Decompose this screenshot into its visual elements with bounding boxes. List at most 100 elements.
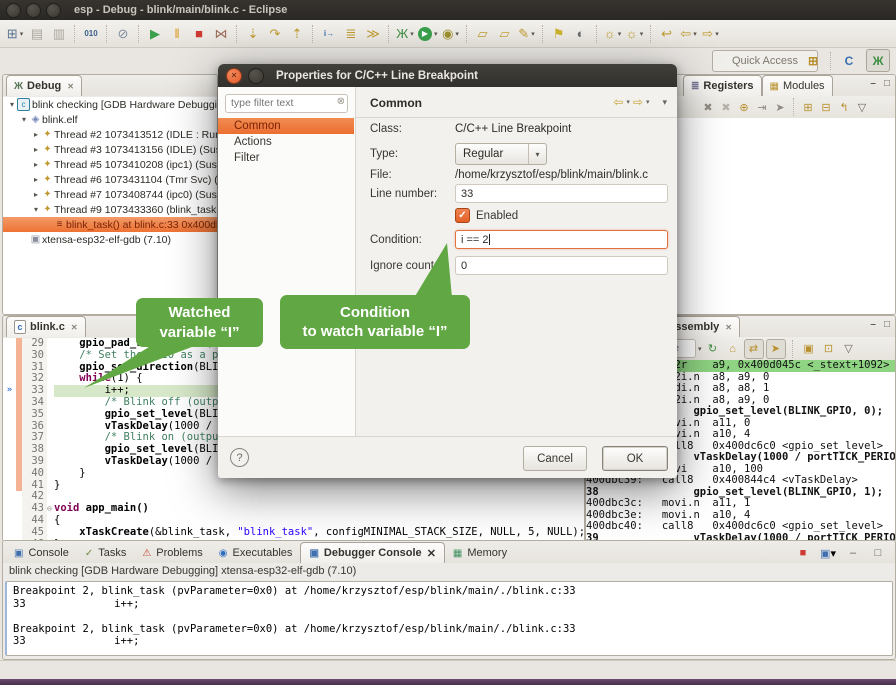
maximize-icon[interactable]: □ [869,544,887,562]
tab-problems[interactable]: ⚠Problems [134,543,210,563]
expand-all-icon[interactable]: ⊞ [799,98,817,116]
debug-tree-item[interactable]: ▸✦Thread #7 1073408744 (ipc0) (Suspended… [3,187,217,202]
clear-filter-icon[interactable]: ⊗ [337,96,345,107]
pointer-icon[interactable]: ➤ [771,98,789,116]
window-minimize-icon[interactable] [26,3,41,18]
debug-tree-item[interactable]: ▾◈blink.elf [3,112,217,127]
dialog-nav-common[interactable]: Common [218,118,354,134]
chevron-down-icon[interactable]: ▾ [646,98,650,106]
mark-occurrences-icon[interactable]: ⚑ [548,23,570,44]
expander-icon[interactable]: ▾ [19,115,29,124]
disconnect-icon[interactable]: ⋈ [210,23,232,44]
debug-tree-item[interactable]: ▸✦Thread #2 1073413512 (IDLE : Running) [3,127,217,142]
dialog-nav-filter[interactable]: Filter [218,150,354,166]
filter-input[interactable] [225,94,348,113]
instruction-stepping-icon[interactable]: i→ [318,23,340,44]
debug-tree-item[interactable]: ▾✦Thread #9 1073433360 (blink_task : Sus… [3,202,217,217]
display-selected-console-icon[interactable]: ▣▾ [819,544,837,562]
debug-tree-item[interactable]: ▸✦Thread #3 1073413156 (IDLE) (Suspended… [3,142,217,157]
debug-tree-item[interactable]: ≡blink_task() at blink.c:33 0x400dbc26 [3,217,217,232]
maximize-icon[interactable]: □ [884,319,890,330]
view-menu-icon[interactable]: ▽ [853,98,871,116]
view-menu-icon[interactable]: ▾ [662,97,667,108]
home-icon[interactable]: ⌂ [724,340,742,358]
forward-icon[interactable]: ⇨ [633,95,643,109]
debug-perspective-icon[interactable]: Ж [866,49,890,72]
external-tools-icon[interactable]: ◉▾ [440,23,462,44]
open-declaration-bulb-icon[interactable]: ☼▾ [602,23,624,44]
pin-view-icon[interactable]: ⊡ [820,340,838,358]
minimize-icon[interactable]: – [870,78,876,89]
instruction-pointer-icon[interactable]: » [3,385,16,397]
close-icon[interactable]: ✕ [725,323,732,332]
expander-icon[interactable]: ▸ [31,160,41,169]
chevron-down-icon[interactable]: ▾ [20,30,24,38]
save-all-icon[interactable]: ▥ [48,23,70,44]
step-return-icon[interactable]: ⇡ [286,23,308,44]
expander-icon[interactable]: ▸ [31,145,41,154]
chevron-down-icon[interactable]: ▾ [640,30,644,38]
close-icon[interactable]: ✕ [427,547,436,560]
new-wizard-icon[interactable]: ⊞▾ [4,23,26,44]
dialog-minimize-icon[interactable] [248,68,264,84]
use-step-filters-icon[interactable]: ≫ [362,23,384,44]
remove-all-register-groups-icon[interactable]: ✖ [717,98,735,116]
chevron-down-icon[interactable]: ▾ [693,30,697,38]
tab-console[interactable]: ▣Console [6,543,77,563]
debug-icon[interactable]: Ж▾ [394,23,416,44]
open-new-view-icon[interactable]: ▣ [800,340,818,358]
close-icon[interactable]: ✕ [71,323,78,332]
show-stepping-filters-icon[interactable]: ≣ [340,23,362,44]
refresh-icon[interactable]: ↻ [704,340,722,358]
chevron-down-icon[interactable]: ▾ [455,30,459,38]
back-icon[interactable]: ⇦▾ [678,23,700,44]
debug-tree-item[interactable]: ▾cblink checking [GDB Hardware Debugging… [3,97,217,112]
tab-registers[interactable]: ≣Registers [683,75,762,96]
close-icon[interactable]: ✕ [67,82,74,91]
open-type-icon[interactable]: ▱ [472,23,494,44]
minimize-icon[interactable]: – [870,319,876,330]
ignore-count-input[interactable] [455,256,668,275]
tab-tasks[interactable]: ✓Tasks [77,543,135,563]
debug-tree-item[interactable]: ▣xtensa-esp32-elf-gdb (7.10) [3,232,217,247]
tab-debugger-console[interactable]: ▣Debugger Console✕ [300,542,444,563]
track-expression-icon[interactable]: ➤ [766,339,786,359]
tab-memory[interactable]: ▦Memory [445,543,515,563]
expander-icon[interactable]: ▾ [31,205,41,214]
resume-icon[interactable]: ▶ [144,23,166,44]
dialog-close-icon[interactable]: ✕ [226,68,242,84]
chevron-down-icon[interactable]: ▾ [434,30,438,38]
chevron-down-icon[interactable]: ▾ [626,98,630,106]
debug-tree-item[interactable]: ▸✦Thread #5 1073410208 (ipc1) (Suspended… [3,157,217,172]
run-icon[interactable]: ▶▾ [416,23,440,44]
step-over-icon[interactable]: ↷ [264,23,286,44]
ok-button[interactable]: OK [602,446,668,471]
condition-input[interactable]: i == 2 [455,230,668,249]
line-number-input[interactable] [455,184,668,203]
tab-executables[interactable]: ◉Executables [211,543,301,563]
expander-icon[interactable]: ▾ [7,100,17,109]
sync-active-context-icon[interactable]: ⇄ [744,339,764,359]
forward-icon[interactable]: ⇨▾ [700,23,722,44]
chevron-down-icon[interactable]: ▾ [715,30,719,38]
cpp-perspective-icon[interactable]: C [838,50,860,71]
view-menu-icon[interactable]: ▽ [840,340,858,358]
window-close-icon[interactable] [6,3,21,18]
remove-register-group-icon[interactable]: ✖ [699,98,717,116]
chevron-down-icon[interactable]: ▾ [618,30,622,38]
chevron-down-icon[interactable]: ▾ [830,547,836,560]
layout-icon[interactable]: ↰ [835,98,853,116]
help-icon[interactable]: ? [230,448,249,467]
step-into-icon[interactable]: ⇣ [242,23,264,44]
expander-icon[interactable]: ▸ [31,175,41,184]
terminate-icon[interactable]: ■ [188,23,210,44]
suspend-icon[interactable]: ‖ [166,23,188,44]
dialog-nav-actions[interactable]: Actions [218,134,354,150]
add-register-group-icon[interactable]: ⊕ [735,98,753,116]
flash-binary-icon[interactable]: 010 [80,23,102,44]
chevron-down-icon[interactable]: ▾ [531,30,535,38]
window-maximize-icon[interactable] [46,3,61,18]
minimize-icon[interactable]: – [844,544,862,562]
open-perspective-icon[interactable]: ⊞ [802,50,824,71]
enabled-checkbox[interactable]: ✓ [455,208,470,223]
